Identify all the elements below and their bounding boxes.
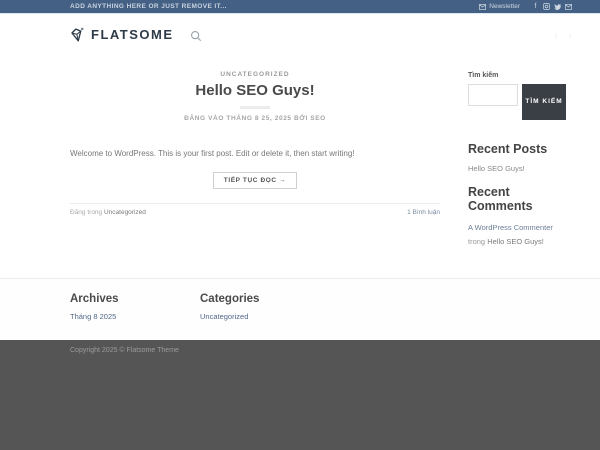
post-footer-meta: Đăng trong Uncategorized 1 Bình luận [70, 203, 440, 216]
search-icon[interactable] [190, 29, 202, 41]
categories-widget: Categories Uncategorized [200, 279, 259, 321]
archives-title: Archives [70, 293, 119, 305]
prev-arrow-icon[interactable]: ‹ [554, 28, 558, 42]
posted-in-label: Đăng trong [70, 209, 104, 216]
footer-widgets: Archives Tháng 8 2025 Categories Uncateg… [0, 278, 600, 340]
recent-comments-title: Recent Comments [468, 185, 533, 213]
topbar-message: ADD ANYTHING HERE OR JUST REMOVE IT... [70, 3, 227, 10]
site-header: FLATSOME ‹ › [0, 14, 600, 55]
topbar-right: Newsletter f [479, 3, 572, 10]
read-more-button[interactable]: TIẾP TỤC ĐỌC → [212, 172, 298, 189]
recent-comment-item: A WordPress Commenter trong Hello SEO Gu… [468, 221, 572, 248]
read-more-wrap: TIẾP TỤC ĐỌC → [70, 169, 440, 189]
newsletter-link[interactable]: Newsletter [479, 3, 520, 10]
blog-post: UNCATEGORIZED Hello SEO Guys! ĐĂNG VÀO T… [70, 55, 440, 216]
site-logo[interactable]: FLATSOME [68, 26, 174, 44]
email-icon[interactable] [565, 3, 572, 10]
absolute-footer: Copyright 2025 © Flatsome Theme [0, 340, 600, 450]
comments-link[interactable]: 1 Bình luận [407, 209, 440, 216]
post-title[interactable]: Hello SEO Guys! [70, 82, 440, 99]
recent-post-link[interactable]: Hello SEO Guys! [468, 164, 572, 173]
flatsome-gem-icon [68, 26, 86, 44]
archive-month-link[interactable]: Tháng 8 2025 [70, 312, 119, 321]
search-widget-label: Tìm kiếm [468, 72, 499, 79]
social-icons: f [532, 3, 572, 10]
post-excerpt: Welcome to WordPress. This is your first… [70, 149, 355, 158]
instagram-icon[interactable] [543, 3, 550, 10]
post-category-link[interactable]: UNCATEGORIZED [70, 71, 440, 78]
post-meta: ĐĂNG VÀO THÁNG 8 25, 2025 BỞI SEO [184, 115, 326, 122]
recent-posts-title: Recent Posts [468, 142, 548, 156]
category-link[interactable]: Uncategorized [200, 312, 259, 321]
comment-in-label: trong [468, 236, 488, 246]
facebook-icon[interactable]: f [532, 3, 539, 10]
next-arrow-icon[interactable]: › [568, 28, 572, 42]
title-divider [240, 106, 270, 109]
top-bar: ADD ANYTHING HERE OR JUST REMOVE IT... N… [0, 0, 600, 14]
search-submit-button[interactable]: TÌM KIẾM [522, 84, 566, 120]
posted-in: Đăng trong Uncategorized [70, 209, 146, 216]
posted-in-category-link[interactable]: Uncategorized [104, 209, 146, 216]
archives-widget: Archives Tháng 8 2025 [70, 279, 119, 321]
comment-author-link[interactable]: A WordPress Commenter [468, 223, 553, 232]
sidebar: Tìm kiếm TÌM KIẾM Recent Posts Hello SEO… [468, 55, 572, 248]
envelope-icon [479, 3, 487, 10]
search-widget: TÌM KIẾM [468, 84, 572, 120]
twitter-icon[interactable] [554, 3, 561, 10]
logo-text: FLATSOME [91, 27, 174, 42]
header-arrows: ‹ › [554, 28, 572, 42]
categories-title: Categories [200, 293, 260, 305]
copyright-text: Copyright 2025 © Flatsome Theme [70, 347, 179, 354]
search-input[interactable] [468, 84, 518, 106]
main-content: UNCATEGORIZED Hello SEO Guys! ĐĂNG VÀO T… [0, 55, 600, 278]
page: ADD ANYTHING HERE OR JUST REMOVE IT... N… [0, 0, 600, 450]
comment-post-link[interactable]: Hello SEO Guys! [487, 237, 544, 246]
newsletter-label: Newsletter [489, 3, 520, 10]
